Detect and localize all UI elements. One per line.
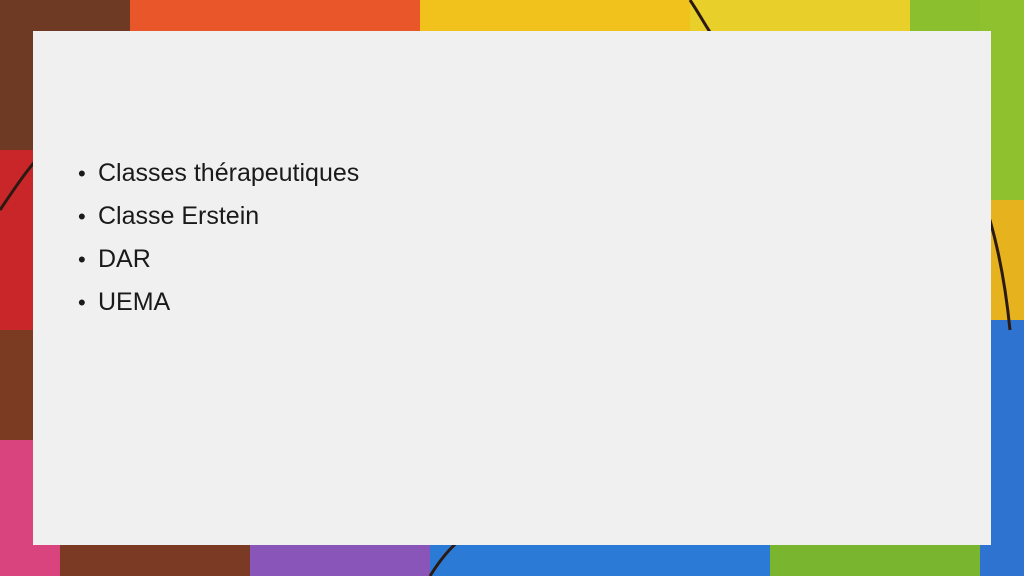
bullet-text: UEMA bbox=[98, 288, 171, 316]
bullet-text: Classes thérapeutiques bbox=[98, 159, 360, 187]
bullet-dot-icon: • bbox=[78, 247, 86, 272]
bullet-list: • Classes thérapeutiques • Classe Erstei… bbox=[78, 152, 359, 324]
bullet-text: DAR bbox=[98, 245, 151, 273]
bullet-dot-icon: • bbox=[78, 161, 86, 186]
bullet-item: • Classe Erstein bbox=[78, 195, 359, 238]
bullet-item: • Classes thérapeutiques bbox=[78, 152, 359, 195]
bullet-dot-icon: • bbox=[78, 204, 86, 229]
bullet-item: • UEMA bbox=[78, 281, 359, 324]
bullet-item: • DAR bbox=[78, 238, 359, 281]
slide: • Classes thérapeutiques • Classe Erstei… bbox=[0, 0, 1024, 576]
bullet-text: Classe Erstein bbox=[98, 202, 260, 230]
bullet-dot-icon: • bbox=[78, 290, 86, 315]
